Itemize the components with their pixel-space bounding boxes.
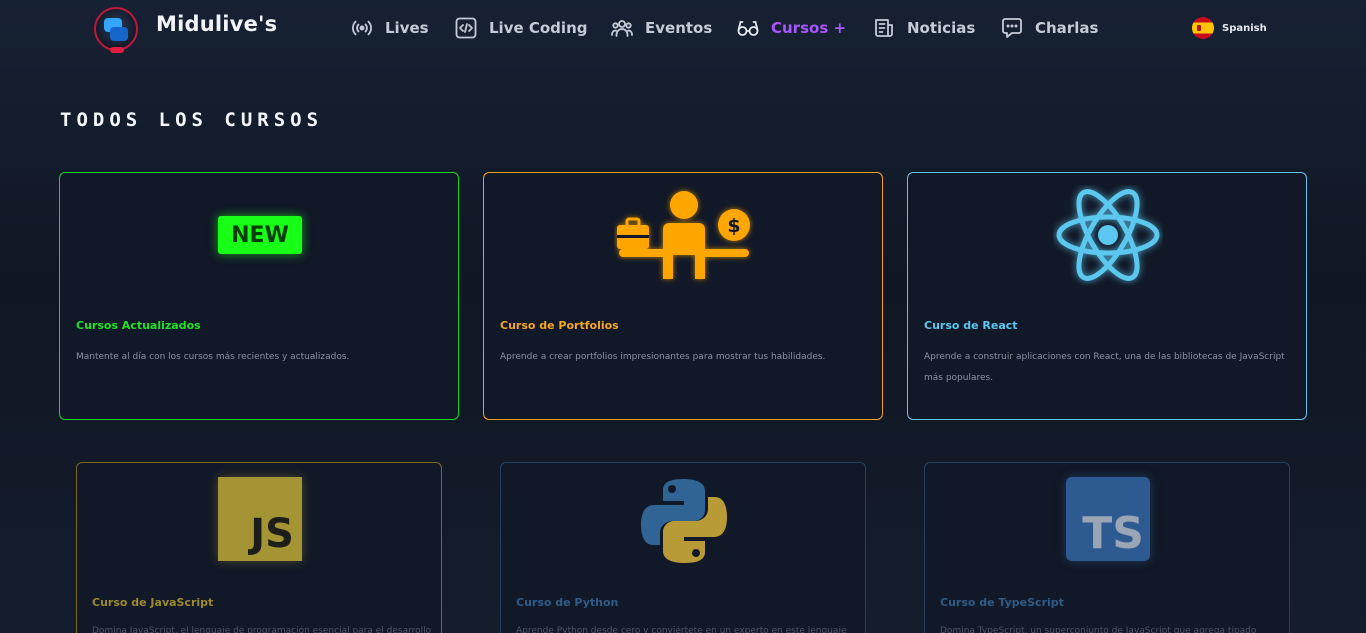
course-description: Mantente al día con los cursos más recie… xyxy=(76,352,350,362)
code-icon xyxy=(453,15,479,41)
course-description: Aprende a construir aplicaciones con Rea… xyxy=(924,352,1285,383)
nav-eventos[interactable]: Eventos xyxy=(609,15,712,41)
nav-lives[interactable]: Lives xyxy=(349,15,429,41)
brand-name[interactable]: Midulive's xyxy=(156,12,277,36)
course-card-javascript[interactable]: JS Curso de JavaScript Domina JavaScript… xyxy=(76,462,442,633)
course-card-portfolios[interactable]: $ Curso de Portfolios Aprende a crear po… xyxy=(483,172,883,420)
live-badge xyxy=(110,47,124,53)
broadcast-icon xyxy=(349,15,375,41)
nav-charlas[interactable]: Charlas xyxy=(999,15,1098,41)
javascript-logo-icon: JS xyxy=(218,477,302,561)
course-title: Curso de React xyxy=(924,319,1018,332)
new-badge-icon: NEW xyxy=(218,216,302,254)
course-title: Curso de TypeScript xyxy=(940,596,1064,609)
nav-live-coding-label: Live Coding xyxy=(489,19,588,37)
logo-mark xyxy=(110,27,128,41)
top-navbar: Midulive's Lives Live Coding Eventos Cur… xyxy=(0,0,1366,56)
course-description: Domina JavaScript, el lenguaje de progra… xyxy=(92,626,432,633)
course-card-typescript[interactable]: TS Curso de TypeScript Domina TypeScript… xyxy=(924,462,1290,633)
course-title: Curso de Python xyxy=(516,596,619,609)
nav-live-coding[interactable]: Live Coding xyxy=(453,15,587,41)
course-card-python[interactable]: Curso de Python Aprende Python desde cer… xyxy=(500,462,866,633)
users-icon xyxy=(609,15,635,41)
nav-noticias-label: Noticias xyxy=(907,19,976,37)
midulive-logo[interactable] xyxy=(94,7,138,53)
course-card-actualizados[interactable]: NEW Cursos Actualizados Mantente al día … xyxy=(59,172,459,420)
nav-charlas-label: Charlas xyxy=(1035,19,1099,37)
typescript-logo-icon: TS xyxy=(1066,477,1150,561)
python-logo-icon xyxy=(639,477,729,565)
spain-flag-icon xyxy=(1192,17,1214,39)
nav-eventos-label: Eventos xyxy=(645,19,713,37)
svg-text:$: $ xyxy=(727,215,740,237)
nav-cursos[interactable]: Cursos + xyxy=(735,15,846,41)
course-card-react[interactable]: Curso de React Aprende a construir aplic… xyxy=(907,172,1307,420)
nav-lives-label: Lives xyxy=(385,19,429,37)
course-description: Aprende a crear portfolios impresionante… xyxy=(500,352,826,362)
portfolio-person-icon: $ xyxy=(614,185,754,285)
course-description: Domina TypeScript, un superconjunto de J… xyxy=(940,626,1257,633)
course-description: Aprende Python desde cero y conviértete … xyxy=(516,626,847,633)
nav-cursos-label: Cursos + xyxy=(771,19,847,37)
chat-icon xyxy=(999,15,1025,41)
glasses-icon xyxy=(735,15,761,41)
course-title: Curso de JavaScript xyxy=(92,596,214,609)
language-selector[interactable]: Spanish xyxy=(1192,17,1267,39)
course-title: Cursos Actualizados xyxy=(76,319,201,332)
nav-noticias[interactable]: Noticias xyxy=(871,15,975,41)
newspaper-icon xyxy=(871,15,897,41)
course-title: Curso de Portfolios xyxy=(500,319,619,332)
language-label: Spanish xyxy=(1222,22,1267,34)
page-title: TODOS LOS CURSOS xyxy=(60,109,324,131)
react-logo-icon xyxy=(1053,185,1163,285)
